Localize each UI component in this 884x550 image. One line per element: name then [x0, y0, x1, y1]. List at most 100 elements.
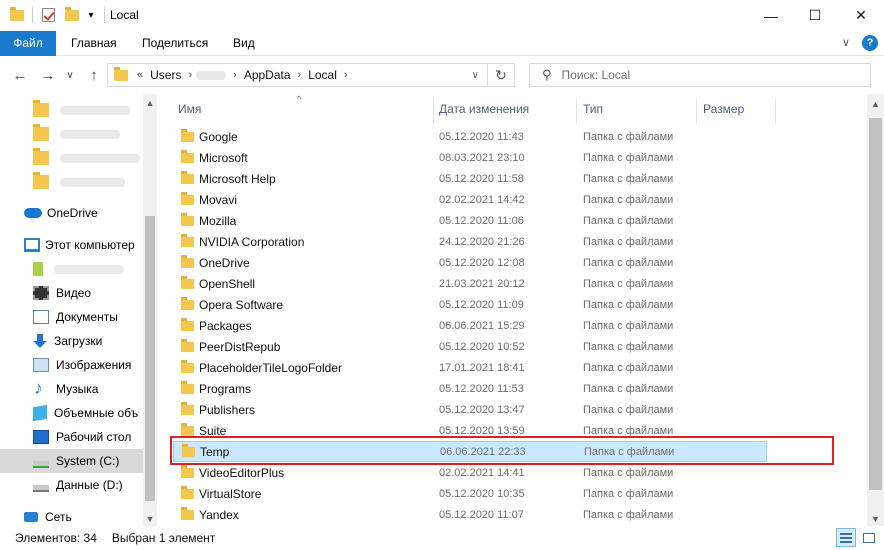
minimize-button[interactable]: —	[748, 0, 794, 31]
column-header-date[interactable]: Дата изменения	[439, 102, 529, 120]
sidebar-item-label: OneDrive	[47, 206, 98, 220]
sidebar-scrollbar-thumb[interactable]	[145, 216, 155, 501]
recent-locations-button[interactable]: ∨	[63, 65, 77, 85]
details-view-button[interactable]	[836, 528, 856, 547]
properties-check-icon[interactable]	[40, 6, 56, 24]
sidebar-item-label: Музыка	[56, 382, 99, 396]
search-box[interactable]: ⚲ Поиск: Local	[529, 63, 871, 87]
scroll-down-icon[interactable]: ▼	[143, 514, 157, 524]
file-row[interactable]: Google 05.12.2020 11:43 Папка с файлами	[173, 126, 767, 147]
file-row[interactable]: VirtualStore 05.12.2020 10:35 Папка с файл…	[173, 483, 767, 504]
large-icons-view-button[interactable]	[859, 528, 879, 547]
sidebar-item-data-d[interactable]: Данные (D:)	[0, 473, 143, 497]
address-bar[interactable]: « Users › › AppData › Local › ∨	[107, 63, 488, 87]
file-type: Папка с файлами	[583, 403, 674, 416]
file-row[interactable]: Programs 05.12.2020 11:53 Папка с файлами	[173, 378, 767, 399]
maximize-button[interactable]: ☐	[792, 0, 838, 31]
file-row[interactable]: OneDrive 05.12.2020 12:08 Папка с файлами	[173, 252, 767, 273]
quick-access-item[interactable]	[0, 146, 143, 170]
scroll-down-icon[interactable]: ▼	[867, 514, 884, 524]
breadcrumb-separator-icon[interactable]: ›	[233, 69, 237, 81]
sidebar-item-label: Рабочий стол	[56, 430, 132, 444]
folder-icon	[181, 422, 194, 436]
file-row[interactable]: PlaceholderTileLogoFolder 17.01.2021 18:4…	[173, 357, 767, 378]
file-row[interactable]: PeerDistRepub 05.12.2020 10:52 Папка с фай…	[173, 336, 767, 357]
tab-view[interactable]: Вид	[221, 31, 267, 56]
sidebar-item-onedrive[interactable]: OneDrive	[0, 201, 143, 225]
quick-access-item[interactable]	[0, 170, 143, 194]
item-count: Элементов: 34	[15, 531, 97, 545]
sidebar-item-pictures[interactable]: Изображения	[0, 353, 143, 377]
column-divider[interactable]	[433, 98, 434, 124]
file-row[interactable]: Movavi 02.02.2021 14:42 Папка с файлами	[173, 189, 767, 210]
file-list-scrollbar-thumb[interactable]	[869, 118, 882, 490]
file-row[interactable]: NVIDIA Corporation 24.12.2020 21:26 Папка …	[173, 231, 767, 252]
tab-file[interactable]: Файл	[0, 31, 56, 56]
sidebar-item-downloads[interactable]: Загрузки	[0, 329, 143, 353]
file-row[interactable]: Microsoft 08.03.2021 23:10 Папка с файлами	[173, 147, 767, 168]
quick-access-item[interactable]	[0, 122, 143, 146]
breadcrumb-user-hidden[interactable]	[196, 70, 227, 80]
sidebar-item-hidden[interactable]	[0, 257, 143, 281]
file-name: Google	[199, 129, 238, 144]
ribbon-expand-icon[interactable]: ∨	[842, 36, 850, 49]
file-date: 05.12.2020 11:09	[439, 298, 524, 311]
sidebar-item-this-pc[interactable]: Этот компьютер	[0, 233, 143, 257]
file-type: Папка с файлами	[583, 193, 674, 206]
column-divider[interactable]	[775, 98, 776, 124]
quick-access-item[interactable]	[0, 98, 143, 122]
quick-access-dropdown-icon[interactable]: ▾	[85, 6, 97, 24]
file-name: PlaceholderTileLogoFolder	[199, 360, 342, 375]
scroll-up-icon[interactable]: ▲	[143, 98, 157, 108]
selection-count: Выбран 1 элемент	[111, 531, 216, 545]
sidebar-item-label: Объемные объ	[54, 406, 139, 420]
column-header-type[interactable]: Тип	[583, 102, 603, 120]
column-divider[interactable]	[576, 98, 577, 124]
scroll-up-icon[interactable]: ▲	[867, 99, 884, 109]
file-date: 06.06.2021 15:29	[439, 319, 525, 332]
sidebar-item-video[interactable]: Видео	[0, 281, 143, 305]
breadcrumb-local[interactable]: Local	[308, 68, 337, 82]
search-icon: ⚲	[542, 67, 552, 82]
column-header-name[interactable]: Имя	[178, 102, 201, 120]
file-type: Папка с файлами	[583, 361, 674, 374]
file-row[interactable]: Microsoft Help 05.12.2020 11:58 Папка с фа…	[173, 168, 767, 189]
back-button[interactable]: ←	[10, 65, 30, 85]
tab-share[interactable]: Поделиться	[130, 31, 220, 56]
help-icon[interactable]: ?	[862, 35, 878, 51]
close-button[interactable]: ✕	[838, 0, 884, 31]
sidebar-item-music[interactable]: Музыка	[0, 377, 143, 401]
file-row[interactable]: VideoEditorPlus 02.02.2021 14:41 Папка с ф…	[173, 462, 767, 483]
column-divider[interactable]	[696, 98, 697, 124]
file-row[interactable]: Mozilla 05.12.2020 11:06 Папка с файлами	[173, 210, 767, 231]
address-overflow[interactable]: «	[137, 69, 143, 81]
sidebar-item-desktop[interactable]: Рабочий стол	[0, 425, 143, 449]
sidebar-item-documents[interactable]: Документы	[0, 305, 143, 329]
sidebar-item-system-c[interactable]: System (C:)	[0, 449, 143, 473]
forward-button[interactable]: →	[38, 65, 58, 85]
folder-icon	[181, 191, 194, 205]
sidebar-item-3d-objects[interactable]: Объемные объ	[0, 401, 143, 425]
folder-icon	[181, 401, 194, 415]
tab-home[interactable]: Главная	[59, 31, 129, 56]
refresh-button[interactable]: ↻	[488, 63, 515, 87]
file-row[interactable]: Opera Software 05.12.2020 11:09 Папка с фа…	[173, 294, 767, 315]
breadcrumb-separator-icon[interactable]: ›	[298, 69, 302, 81]
file-date: 05.12.2020 13:47	[439, 403, 525, 416]
breadcrumb-users[interactable]: Users	[150, 68, 181, 82]
window-title: Local	[110, 8, 139, 22]
new-folder-icon[interactable]	[64, 6, 80, 24]
search-input[interactable]: Поиск: Local	[562, 68, 631, 82]
breadcrumb-separator-icon[interactable]: ›	[344, 69, 348, 81]
column-header-size[interactable]: Размер	[703, 102, 744, 120]
folder-icon	[181, 296, 194, 310]
file-row[interactable]: OpenShell 21.03.2021 20:12 Папка с файлами	[173, 273, 767, 294]
address-dropdown-icon[interactable]: ∨	[472, 70, 479, 81]
up-button[interactable]: ↑	[84, 65, 104, 85]
file-row[interactable]: Publishers 05.12.2020 13:47 Папка с файлам…	[173, 399, 767, 420]
folder-icon	[181, 212, 194, 226]
breadcrumb-separator-icon[interactable]: ›	[188, 69, 192, 81]
file-row[interactable]: Yandex 05.12.2020 11:07 Папка с файлами	[173, 504, 767, 525]
file-row[interactable]: Packages 06.06.2021 15:29 Папка с файлами	[173, 315, 767, 336]
breadcrumb-appdata[interactable]: AppData	[244, 68, 291, 82]
